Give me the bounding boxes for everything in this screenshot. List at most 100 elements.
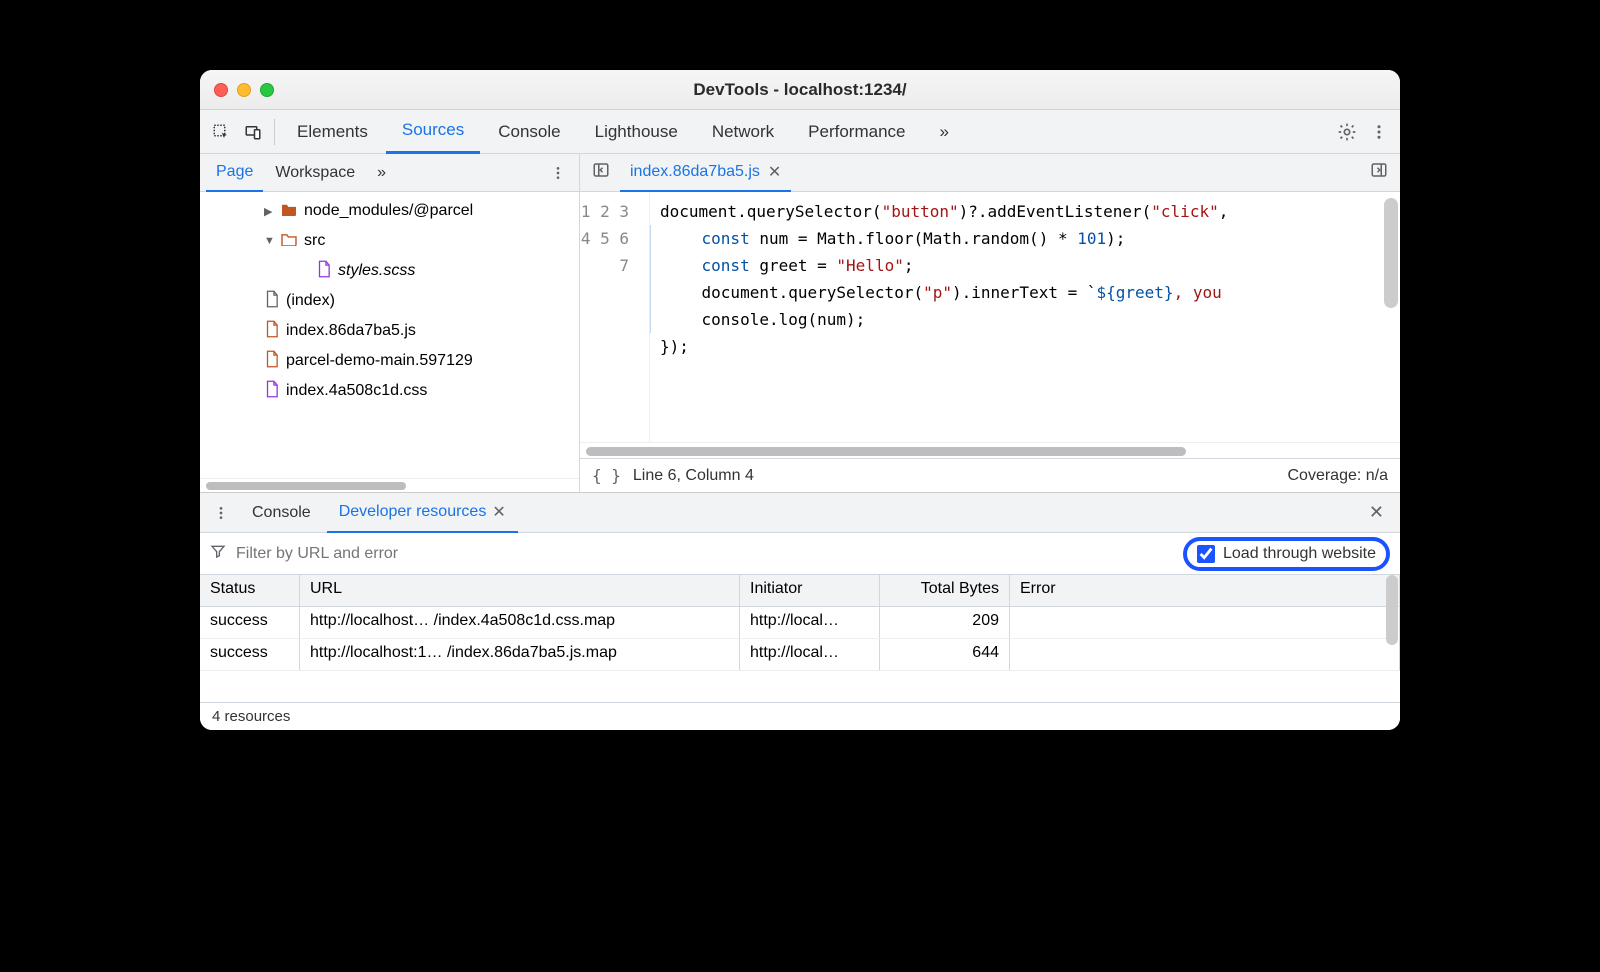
td-bytes: 644 [880,639,1010,670]
code-editor[interactable]: 1 2 3 4 5 6 7 document.querySelector("bu… [580,192,1400,442]
tab-elements[interactable]: Elements [281,110,384,154]
table-row[interactable]: success http://localhost:1… /index.86da7… [200,639,1400,671]
pretty-print-icon[interactable]: { } [592,466,621,485]
load-through-website-label: Load through website [1223,545,1376,563]
drawer-tab-developer-resources[interactable]: Developer resources ✕ [327,493,518,533]
drawer-kebab-icon[interactable] [206,498,236,528]
drawer-tab-console[interactable]: Console [240,493,323,533]
tree-label: node_modules/@parcel [304,202,473,220]
inspect-element-icon[interactable] [206,117,236,147]
tab-lighthouse[interactable]: Lighthouse [579,110,694,154]
tree-file-index-js[interactable]: index.86da7ba5.js [200,316,579,346]
filter-input[interactable] [236,545,1173,563]
file-icon [264,320,280,343]
filter-icon [210,543,226,564]
file-icon [316,260,332,283]
tree-file-parcel-demo[interactable]: parcel-demo-main.597129 [200,346,579,376]
cursor-position: Line 6, Column 4 [633,467,754,485]
navigator-subtabs-overflow[interactable]: » [367,154,396,192]
tab-performance[interactable]: Performance [792,110,921,154]
close-drawer-icon[interactable]: ✕ [1359,502,1394,523]
th-initiator[interactable]: Initiator [740,575,880,606]
tree-file-index-css[interactable]: index.4a508c1d.css [200,376,579,406]
navigator-horizontal-scrollbar[interactable] [200,478,579,492]
caret-down-icon: ▼ [264,235,274,247]
td-error [1010,639,1400,670]
td-error [1010,607,1400,638]
tree-folder-node-modules[interactable]: ▶ node_modules/@parcel [200,196,579,226]
drawer-tab-label: Developer resources [339,503,487,521]
caret-right-icon: ▶ [264,205,274,218]
code-content: document.querySelector("button")?.addEve… [650,192,1400,442]
subtab-page[interactable]: Page [206,154,263,192]
subtab-workspace[interactable]: Workspace [265,154,365,192]
tree-label: styles.scss [338,262,415,280]
td-url: http://localhost:1… /index.86da7ba5.js.m… [300,639,740,670]
td-initiator: http://local… [740,607,880,638]
close-tab-icon[interactable]: ✕ [768,162,781,182]
device-toolbar-icon[interactable] [238,117,268,147]
file-tree: ▶ node_modules/@parcel ▼ src [200,192,579,478]
settings-gear-icon[interactable] [1332,117,1362,147]
td-bytes: 209 [880,607,1010,638]
drawer-statusbar: 4 resources [200,702,1400,730]
editor-tab-active[interactable]: index.86da7ba5.js ✕ [620,154,791,192]
resources-table: Status URL Initiator Total Bytes Error s… [200,575,1400,702]
editor-statusbar: { } Line 6, Column 4 Coverage: n/a [580,458,1400,492]
divider [274,119,275,145]
file-icon [264,380,280,403]
th-status[interactable]: Status [200,575,300,606]
th-total-bytes[interactable]: Total Bytes [880,575,1010,606]
drawer: Console Developer resources ✕ ✕ Load thr… [200,492,1400,730]
drawer-tab-strip: Console Developer resources ✕ ✕ [200,493,1400,533]
folder-icon [280,202,298,221]
devtools-window: DevTools - localhost:1234/ Elements Sour… [200,70,1400,730]
folder-open-icon [280,232,298,251]
titlebar: DevTools - localhost:1234/ [200,70,1400,110]
tree-label: index.4a508c1d.css [286,382,427,400]
coverage-label: Coverage: n/a [1287,467,1388,485]
show-navigator-icon[interactable] [586,161,616,184]
load-through-website-option[interactable]: Load through website [1183,537,1390,571]
navigator-kebab-icon[interactable] [543,158,573,188]
line-gutter: 1 2 3 4 5 6 7 [580,192,650,442]
tree-label: parcel-demo-main.597129 [286,352,473,370]
table-row[interactable]: success http://localhost… /index.4a508c1… [200,607,1400,639]
body-split: Page Workspace » ▶ node_modules/@parcel [200,154,1400,492]
editor-pane: index.86da7ba5.js ✕ 1 2 3 4 5 6 7 docume… [580,154,1400,492]
editor-tab-strip: index.86da7ba5.js ✕ [580,154,1400,192]
tree-file-index[interactable]: (index) [200,286,579,316]
navigator-subtabs: Page Workspace » [200,154,579,192]
resource-count: 4 resources [212,708,290,725]
th-url[interactable]: URL [300,575,740,606]
tab-sources[interactable]: Sources [386,110,480,154]
td-status: success [200,607,300,638]
editor-tab-label: index.86da7ba5.js [630,163,760,181]
main-tabs-overflow[interactable]: » [924,110,965,154]
filter-bar: Load through website [200,533,1400,575]
td-initiator: http://local… [740,639,880,670]
tree-label: src [304,232,325,250]
tree-label: index.86da7ba5.js [286,322,416,340]
th-error[interactable]: Error [1010,575,1400,606]
window-title: DevTools - localhost:1234/ [200,80,1400,100]
show-debugger-icon[interactable] [1364,161,1394,184]
tree-label: (index) [286,292,335,310]
editor-horizontal-scrollbar[interactable] [580,442,1400,458]
td-status: success [200,639,300,670]
navigator-pane: Page Workspace » ▶ node_modules/@parcel [200,154,580,492]
tab-network[interactable]: Network [696,110,790,154]
tree-file-styles-scss[interactable]: styles.scss [200,256,579,286]
table-vertical-scrollbar[interactable] [1386,575,1398,645]
load-through-website-checkbox[interactable] [1197,545,1215,563]
td-url: http://localhost… /index.4a508c1d.css.ma… [300,607,740,638]
editor-vertical-scrollbar[interactable] [1384,198,1398,308]
close-drawer-tab-icon[interactable]: ✕ [492,502,505,522]
table-header: Status URL Initiator Total Bytes Error [200,575,1400,607]
tree-folder-src[interactable]: ▼ src [200,226,579,256]
file-icon [264,350,280,373]
kebab-menu-icon[interactable] [1364,117,1394,147]
file-icon [264,290,280,313]
tab-console[interactable]: Console [482,110,576,154]
main-tab-strip: Elements Sources Console Lighthouse Netw… [200,110,1400,154]
